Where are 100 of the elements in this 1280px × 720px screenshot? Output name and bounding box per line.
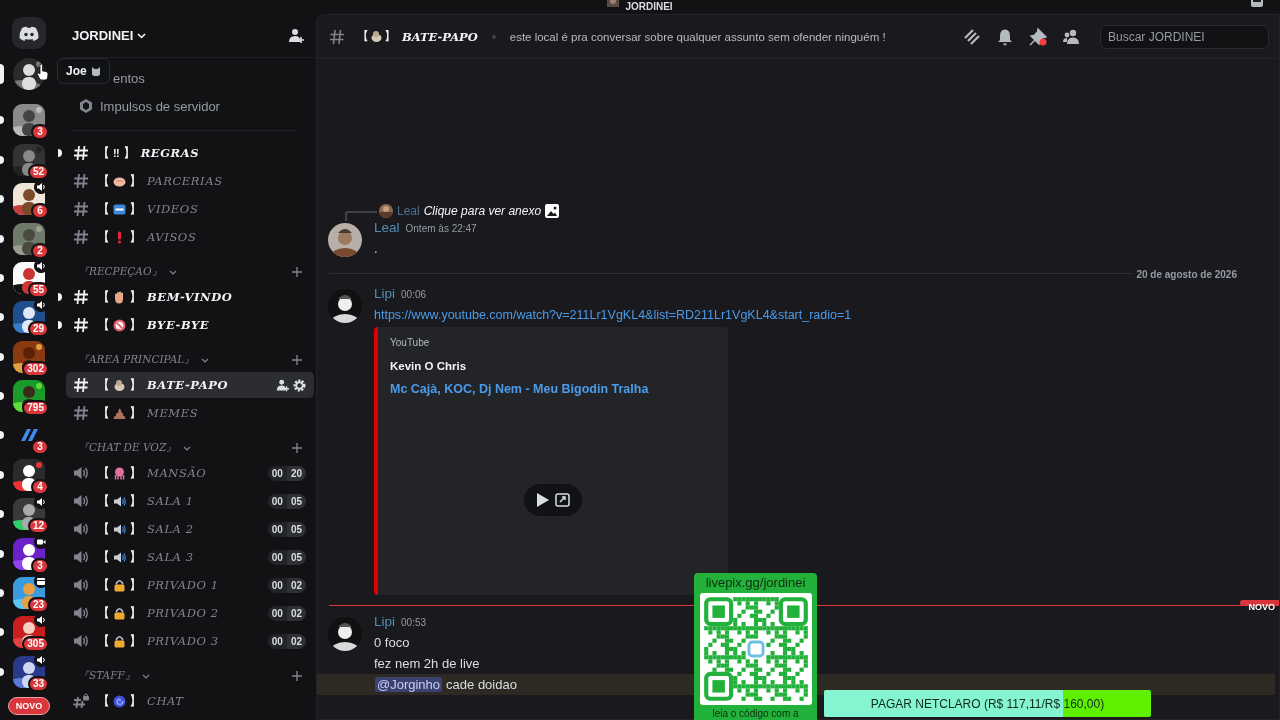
category-header[interactable]: 『RECPEÇAO』 [78, 265, 163, 279]
new-unreads-pill[interactable]: NOVO [7, 697, 51, 716]
channel-item[interactable]: 【 】 PRIVADO 3 00 02 [66, 628, 314, 654]
channel-topic: este local é pra conversar sobre qualquer assunto sem ofender ninguém ! [509, 30, 886, 43]
hash-icon [73, 377, 89, 393]
channel-item[interactable]: 【 】 VIDEOS [66, 196, 314, 222]
speaker-badge-icon [34, 495, 48, 510]
hash-icon [73, 201, 89, 217]
user-limit-counter: 00 02 [267, 633, 306, 649]
channel-item[interactable]: 【 】 BEM-VINDO [66, 284, 314, 310]
inbox-icon[interactable] [1250, 0, 1264, 7]
channel-item[interactable]: 【 】 MEMES [66, 400, 314, 426]
category-header[interactable]: 『AREA PRINCIPAL』 [78, 353, 196, 367]
channel-item[interactable]: 【 】 PRIVADO 1 00 02 [66, 572, 314, 598]
play-icon [536, 492, 549, 507]
nosign-icon [113, 318, 126, 332]
embed-author[interactable]: Kevin O Chris [390, 360, 728, 372]
message-link[interactable]: https://www.youtube.com/watch?v=211Lr1VgKL4&list=RD211Lr1VgKL4&start_radio=1 [374, 307, 852, 322]
speaker-badge-icon [34, 613, 48, 628]
home-button[interactable] [12, 17, 46, 49]
mention-count-badge: 12 [27, 518, 49, 535]
add-channel-icon[interactable] [292, 355, 302, 365]
message-time: Ontem às 22:47 [405, 223, 477, 234]
bracket-text: 】 [384, 28, 396, 45]
hand-icon [113, 290, 126, 304]
message-author[interactable]: Leal [374, 220, 400, 235]
mention-count-badge: 795 [22, 400, 49, 416]
user-limit-counter: 00 02 [267, 577, 306, 593]
speaker-icon [73, 465, 89, 481]
lock-icon [113, 634, 126, 648]
lock-icon [113, 578, 126, 592]
message-author[interactable]: Lipi [374, 614, 395, 629]
speaker-icon [113, 494, 126, 508]
user-limit-counter: 00 02 [267, 605, 306, 621]
reply-connector [345, 211, 377, 221]
channel-item[interactable]: 【 】 CHAT [66, 688, 314, 714]
reply-preview[interactable]: Clique para ver anexo [423, 204, 542, 218]
threads-icon[interactable] [963, 27, 981, 46]
channel-item[interactable]: 【 】 PARCERIAS [66, 168, 314, 194]
user-mention[interactable]: @Jorginho [375, 677, 443, 692]
channel-item[interactable]: 【 】 SALA 3 00 05 [66, 544, 314, 570]
user-limit-counter: 00 05 [267, 549, 306, 565]
mention-count-badge: 3 [31, 439, 49, 456]
category-header[interactable]: 『CHAT DE VOZ』 [78, 441, 178, 455]
add-channel-icon[interactable] [292, 443, 302, 453]
hand-cursor-icon [37, 64, 49, 80]
hash-icon [73, 173, 89, 189]
search-field[interactable]: Buscar JORDINEI [1100, 24, 1269, 49]
popout-icon [555, 492, 570, 507]
boost-icon [80, 99, 92, 113]
pin-icon[interactable] [1029, 27, 1047, 46]
bell-icon[interactable] [996, 27, 1014, 46]
message-author[interactable]: Lipi [374, 286, 395, 301]
octo-icon [113, 466, 126, 480]
new-icon [113, 202, 126, 216]
speaker-icon [73, 521, 89, 537]
add-channel-icon[interactable] [292, 671, 302, 681]
add-channel-icon[interactable] [292, 267, 302, 277]
server-name-menu[interactable]: JORDINEI [72, 28, 134, 43]
speaker-icon [73, 605, 89, 621]
mention-count-badge: 6 [31, 203, 49, 220]
speaker-icon [113, 522, 126, 536]
category-header[interactable]: 『STAFF』 [78, 669, 136, 683]
poop-icon [113, 406, 126, 420]
channel-item[interactable]: 【 】 BYE-BYE [66, 312, 314, 338]
user-limit-counter: 00 05 [267, 493, 306, 509]
sidebar-link[interactable]: Impulsos de servidor [72, 92, 296, 120]
lock-icon [113, 606, 126, 620]
channel-item[interactable]: 【 】 MANSÃO 00 20 [66, 460, 314, 486]
message-text: 0 foco [374, 635, 410, 650]
hash-icon [73, 289, 89, 305]
speaker-badge-icon [34, 180, 48, 195]
play-button[interactable] [524, 483, 582, 516]
message-text: fez nem 2h de live [374, 656, 480, 671]
logo-icon [19, 25, 39, 41]
speaker-icon [73, 577, 89, 593]
channel-item[interactable]: 【 】 SALA 2 00 05 [66, 516, 314, 542]
message-text: cade doidao [446, 677, 517, 692]
mention-count-badge: 305 [22, 636, 49, 653]
chick-icon [113, 378, 126, 392]
locked-hash-icon [73, 693, 89, 709]
channel-item[interactable]: 【 】 AVISOS [66, 224, 314, 250]
channel-item[interactable]: 【 】 PRIVADO 2 00 02 [66, 600, 314, 626]
mention-count-badge: 3 [31, 124, 49, 141]
embed-title[interactable]: Mc Cajà, KOC, Dj Nem - Meu Bigodin Tralha [390, 382, 728, 396]
channel-item[interactable]: 【 】 BATE-PAPO [66, 372, 314, 398]
speaker-icon [73, 549, 89, 565]
channel-item[interactable]: 【 】 SALA 1 00 05 [66, 488, 314, 514]
qr-caption: leia o código com a [712, 708, 799, 719]
hash-icon [73, 145, 89, 161]
channel-item[interactable]: 【 ‼ 】 REGRAS [66, 140, 314, 166]
hash-icon [329, 28, 345, 45]
speaker-badge-icon [34, 298, 48, 313]
mention-count-badge: 29 [27, 321, 49, 338]
hash-icon [73, 405, 89, 421]
cat-icon [90, 66, 101, 76]
settings-icon[interactable] [293, 378, 306, 392]
members-icon[interactable] [1062, 27, 1080, 46]
invite-icon[interactable] [288, 27, 304, 44]
invite-icon[interactable] [276, 378, 289, 392]
